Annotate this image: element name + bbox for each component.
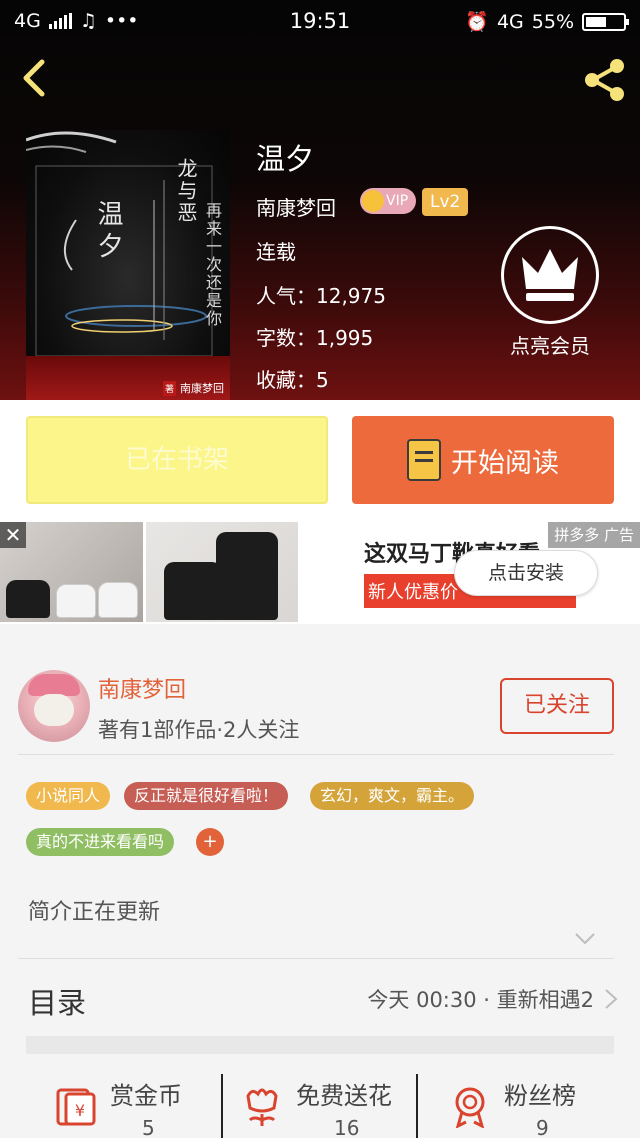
book-status: 连载: [256, 240, 296, 264]
toc-label: 目录: [28, 986, 87, 1020]
ad-install-button[interactable]: 点击安装: [454, 550, 598, 596]
stats-divider: [221, 1074, 223, 1138]
battery-icon: [582, 12, 629, 31]
send-flowers-label: 免费送花: [296, 1082, 392, 1110]
reward-coins-value: 5: [142, 1116, 155, 1138]
ad-close-button[interactable]: ✕: [0, 522, 26, 548]
book-author[interactable]: 南康梦回: [256, 196, 336, 220]
tag-chip[interactable]: 玄幻，爽文，霸主。: [310, 782, 475, 810]
member-button[interactable]: 点亮会员: [500, 226, 600, 359]
alarm-icon: ⏰: [465, 11, 489, 33]
vip-crown-icon: [362, 190, 384, 212]
book-author-row: 南康梦回 VIP Lv2: [256, 188, 469, 221]
stats-bar: ¥ 赏金币 5 免费送花 16 粉丝榜 9: [0, 1070, 640, 1138]
vip-badge: VIP: [360, 188, 417, 214]
cover-line1: 龙与恶: [174, 158, 198, 224]
cover-author-name: 南康梦回: [180, 382, 224, 395]
ad-image-boots-2: [146, 522, 298, 622]
book-icon: [407, 439, 441, 481]
reward-coins-label: 赏金币: [110, 1082, 182, 1110]
crown-icon: [501, 226, 599, 324]
tag-chip[interactable]: 反正就是很好看啦！: [124, 782, 289, 810]
divider: [18, 958, 614, 959]
fan-ranking-item[interactable]: 粉丝榜 9: [448, 1070, 618, 1138]
add-tag-button[interactable]: +: [196, 828, 224, 856]
fan-ranking-value: 9: [536, 1116, 549, 1138]
cover-author: 著 南康梦回: [162, 380, 224, 396]
level-badge: Lv2: [422, 188, 469, 216]
cover-line2: 再来一次还是你: [203, 202, 222, 328]
tag-chip[interactable]: 小说同人: [26, 782, 111, 810]
book-title: 温夕: [256, 142, 315, 176]
reward-coins-item[interactable]: ¥ 赏金币 5: [54, 1070, 224, 1138]
shelf-button[interactable]: 已在书架: [26, 416, 328, 504]
send-flowers-item[interactable]: 免费送花 16: [240, 1070, 410, 1138]
cover-seal: 著: [162, 380, 176, 396]
member-label: 点亮会员: [510, 334, 590, 358]
red-envelope-icon: ¥: [56, 1088, 96, 1126]
table-of-contents-row[interactable]: 目录 今天 00:30 · 重新相遇2: [0, 960, 640, 1036]
author-subtitle: 著有1部作品·2人关注: [98, 718, 300, 742]
battery-percent: 55%: [531, 10, 574, 33]
share-icon[interactable]: [580, 56, 628, 104]
ad-banner[interactable]: ✕ 拼多多 广告 这双马丁靴真好看 新人优惠价 ¥58.8 点击安装: [0, 520, 640, 624]
author-name[interactable]: 南康梦回: [98, 672, 186, 704]
start-reading-button[interactable]: 开始阅读: [352, 416, 614, 504]
stats-divider: [416, 1074, 418, 1138]
author-card: 南康梦回 著有1部作品·2人关注 已关注: [0, 660, 640, 756]
cover-title: 温夕: [93, 200, 123, 264]
status-bar: 4G ♫ ••• 19:51 ⏰ 4G 55%: [0, 0, 640, 44]
book-popularity: 人气：12,975: [256, 284, 386, 308]
ad-source-tag: 拼多多 广告: [548, 522, 640, 548]
svg-text:¥: ¥: [75, 1101, 85, 1120]
avatar[interactable]: [18, 670, 90, 742]
tag-chip[interactable]: 真的不进来看看吗: [26, 828, 175, 856]
chevron-left-icon[interactable]: [16, 58, 56, 98]
ad-promo-text: 新人优惠价: [368, 582, 458, 603]
chevron-down-icon[interactable]: [574, 932, 596, 946]
divider: [18, 754, 614, 755]
action-bar: 已在书架 开始阅读: [0, 400, 640, 520]
flower-icon: [246, 1088, 278, 1126]
follow-button[interactable]: 已关注: [500, 678, 614, 734]
fan-ranking-label: 粉丝榜: [504, 1082, 576, 1110]
section-separator: [26, 1036, 614, 1054]
book-cover[interactable]: 温夕 龙与恶 再来一次还是你 著 南康梦回: [26, 130, 230, 400]
chevron-right-icon: [605, 989, 618, 1009]
network-label-right: 4G: [496, 10, 524, 33]
book-header: 4G ♫ ••• 19:51 ⏰ 4G 55% 温夕 龙与恶 再来一次还是你 著…: [0, 0, 640, 400]
intro-text: 简介正在更新: [28, 900, 161, 925]
send-flowers-value: 16: [334, 1116, 360, 1138]
book-favorites: 收藏：5: [256, 368, 329, 392]
start-reading-label: 开始阅读: [451, 447, 559, 479]
medal-icon: [455, 1087, 485, 1128]
latest-chapter: 今天 00:30 · 重新相遇2: [367, 988, 594, 1012]
book-word-count: 字数：1,995: [256, 326, 374, 350]
